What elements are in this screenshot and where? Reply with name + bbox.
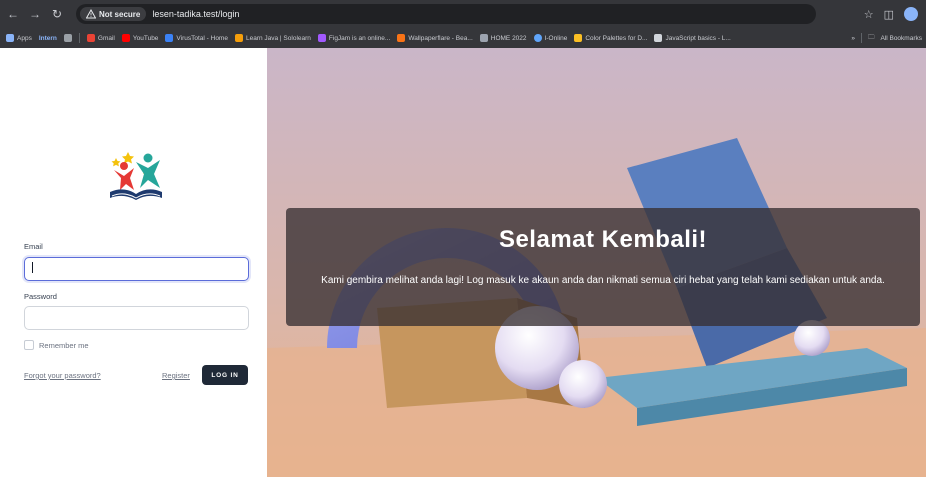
all-bookmarks-label: All Bookmarks	[880, 34, 922, 42]
bookmark-label: Color Palettes for D...	[585, 34, 648, 42]
wallpaperflare-icon	[397, 34, 406, 42]
bookmark-label: Intern	[38, 34, 57, 42]
youtube-icon	[121, 34, 130, 42]
welcome-title: Selamat Kembali!	[498, 226, 708, 253]
mdn-icon	[654, 34, 663, 42]
chevron-more-icon[interactable]: »	[851, 35, 855, 42]
grid-icon	[63, 34, 72, 42]
warning-icon	[86, 9, 96, 19]
login-panel: Email Password Remember me Forgot your p…	[0, 48, 267, 477]
bookmark-separator	[860, 33, 862, 43]
bookmark-label: Learn Java | Sololearn	[245, 34, 311, 42]
email-field[interactable]	[24, 257, 249, 281]
palette-icon	[574, 34, 583, 42]
all-bookmarks[interactable]: » 🗀 All Bookmarks	[843, 28, 926, 48]
forward-icon[interactable]: →	[26, 5, 44, 23]
bookmark-javascript-basics[interactable]: JavaScript basics - L...	[654, 34, 731, 42]
password-label: Password	[24, 292, 57, 301]
browser-chrome: ← → ↻ Not secure lesen-tadika.test/login…	[0, 0, 926, 48]
bookmark-label: I-Online	[544, 34, 568, 42]
bookmark-label: YouTube	[132, 34, 159, 42]
folder-icon: 🗀	[867, 33, 875, 41]
toolbar-right: ☆ ◫	[864, 4, 926, 24]
login-button[interactable]: LOG IN	[202, 365, 248, 385]
bookmark-intern[interactable]: Intern	[39, 35, 57, 42]
security-label: Not secure	[99, 9, 141, 19]
url-text[interactable]: lesen-tadika.test/login	[152, 9, 239, 19]
figma-icon	[317, 34, 326, 42]
password-field[interactable]	[24, 306, 249, 330]
bookmark-youtube[interactable]: YouTube	[121, 34, 159, 42]
text-caret	[32, 262, 33, 273]
security-chip[interactable]: Not secure	[80, 7, 147, 21]
bookmark-label: Wallpaperflare - Bea...	[408, 34, 473, 42]
hero-banner: Selamat Kembali! Kami gembira melihat an…	[267, 48, 926, 477]
bookmark-figjam[interactable]: FigJam is an online...	[317, 34, 391, 42]
forgot-password-link[interactable]: Forgot your password?	[24, 371, 101, 380]
virustotal-icon	[165, 34, 174, 42]
bookmark-label: FigJam is an online...	[328, 34, 391, 42]
bookmark-i-online[interactable]: I-Online	[533, 34, 568, 42]
bookmark-label: VirusTotal - Home	[176, 34, 228, 42]
sololearn-icon	[234, 34, 243, 42]
bookmark-wallpaperflare[interactable]: Wallpaperflare - Bea...	[397, 34, 473, 42]
remember-me-checkbox[interactable]	[24, 340, 34, 350]
bookmark-label: HOME 2022	[490, 34, 527, 42]
kids-book-logo	[110, 152, 162, 200]
back-icon[interactable]: ←	[4, 5, 22, 23]
bookmark-separator	[78, 33, 80, 43]
i-online-icon	[533, 34, 542, 42]
remember-me-label[interactable]: Remember me	[39, 341, 89, 350]
star-icon[interactable]: ☆	[864, 8, 874, 21]
bookmark-label: JavaScript basics - L...	[665, 34, 731, 42]
notion-icon	[479, 34, 488, 42]
bookmark-sololearn[interactable]: Learn Java | Sololearn	[234, 34, 311, 42]
bookmarks-bar: Apps Intern Gmail YouTube VirusTotal - H…	[0, 28, 926, 48]
welcome-overlay: Selamat Kembali! Kami gembira melihat an…	[286, 208, 920, 326]
bookmark-label: Apps	[17, 34, 32, 42]
extensions-icon[interactable]: ◫	[884, 8, 894, 21]
apps-grid-icon	[6, 34, 14, 42]
address-bar[interactable]: Not secure lesen-tadika.test/login	[76, 4, 816, 24]
bookmark-folder-icon[interactable]	[63, 34, 72, 42]
bookmark-color-palettes[interactable]: Color Palettes for D...	[574, 34, 647, 42]
browser-toolbar: ← → ↻ Not secure lesen-tadika.test/login…	[0, 0, 926, 28]
email-label: Email	[24, 242, 43, 251]
register-link[interactable]: Register	[162, 371, 190, 380]
bookmark-apps[interactable]: Apps	[6, 34, 32, 42]
bookmark-virustotal[interactable]: VirusTotal - Home	[165, 34, 228, 42]
reload-icon[interactable]: ↻	[48, 5, 66, 23]
bookmark-gmail[interactable]: Gmail	[86, 34, 115, 42]
welcome-subtitle: Kami gembira melihat anda lagi! Log masu…	[321, 275, 885, 286]
profile-avatar[interactable]	[904, 7, 918, 21]
bookmark-label: Gmail	[97, 34, 115, 42]
gmail-icon	[86, 34, 95, 42]
bookmark-home-2022[interactable]: HOME 2022	[479, 34, 527, 42]
